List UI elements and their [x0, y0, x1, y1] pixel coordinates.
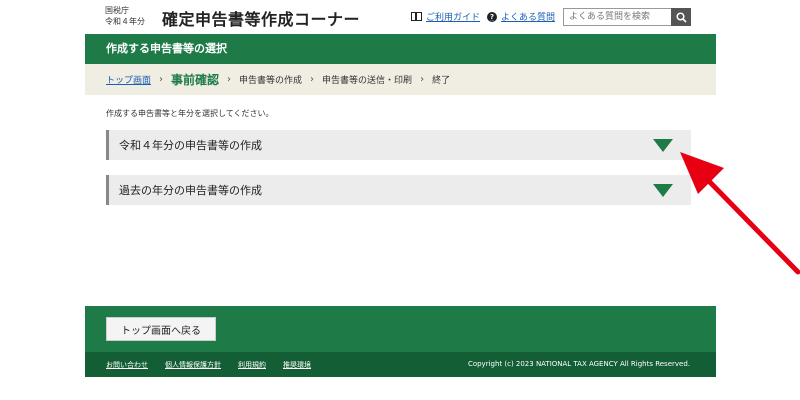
guide-link-label: ご利用ガイド: [426, 13, 481, 23]
triangle-down-icon[interactable]: [653, 139, 673, 152]
breadcrumb-separator-icon: ›: [227, 74, 232, 85]
breadcrumb: トップ画面 › 事前確認 › 申告書等の作成 › 申告書等の送信・印刷 › 終了: [85, 64, 716, 95]
year-label: 令和４年分: [105, 17, 145, 26]
breadcrumb-top[interactable]: トップ画面: [106, 73, 151, 86]
triangle-down-icon[interactable]: [653, 184, 673, 197]
search-icon: [675, 11, 687, 23]
book-icon: [411, 12, 422, 21]
footer-link-contact[interactable]: お問い合わせ: [106, 360, 148, 370]
footer-link-terms[interactable]: 利用規約: [238, 360, 266, 370]
accordion-current-year[interactable]: 令和４年分の申告書等の作成: [106, 130, 691, 160]
search-button[interactable]: [671, 8, 691, 26]
question-icon: ?: [487, 11, 497, 22]
breadcrumb-separator-icon: ›: [420, 74, 425, 85]
footer-top: トップ画面へ戻る: [85, 306, 716, 352]
footer-link-environment[interactable]: 推奨環境: [283, 360, 311, 370]
header: 国税庁 令和４年分 確定申告書等作成コーナー ご利用ガイド ? よくある質問: [85, 0, 716, 34]
breadcrumb-step-create: 申告書等の作成: [239, 76, 303, 86]
back-to-top-button[interactable]: トップ画面へ戻る: [106, 317, 216, 341]
footer-bottom: お問い合わせ 個人情報保護方針 利用規約 推奨環境 Copyright (c) …: [85, 352, 716, 377]
faq-link[interactable]: ? よくある質問: [487, 10, 555, 23]
accordion-current-year-label: 令和４年分の申告書等の作成: [119, 139, 262, 152]
breadcrumb-step-end: 終了: [432, 76, 451, 86]
copyright: Copyright (c) 2023 NATIONAL TAX AGENCY A…: [467, 360, 690, 368]
site-title: 確定申告書等作成コーナー: [162, 10, 361, 29]
instruction-text: 作成する申告書等と年分を選択してください。: [106, 109, 274, 118]
agency-block: 国税庁 令和４年分: [105, 5, 145, 27]
agency-name: 国税庁: [105, 6, 129, 15]
page: 国税庁 令和４年分 確定申告書等作成コーナー ご利用ガイド ? よくある質問 作…: [85, 0, 716, 400]
footer-link-privacy[interactable]: 個人情報保護方針: [165, 360, 221, 370]
faq-link-label: よくある質問: [501, 13, 556, 23]
accordion-past-years[interactable]: 過去の年分の申告書等の作成: [106, 175, 691, 205]
accordion-past-years-label: 過去の年分の申告書等の作成: [119, 184, 262, 197]
breadcrumb-current: 事前確認: [171, 73, 220, 87]
guide-link[interactable]: ご利用ガイド: [411, 10, 480, 23]
breadcrumb-step-send: 申告書等の送信・印刷: [322, 76, 413, 86]
breadcrumb-separator-icon: ›: [310, 74, 315, 85]
breadcrumb-separator-icon: ›: [159, 74, 164, 85]
page-title: 作成する申告書等の選択: [85, 34, 716, 64]
